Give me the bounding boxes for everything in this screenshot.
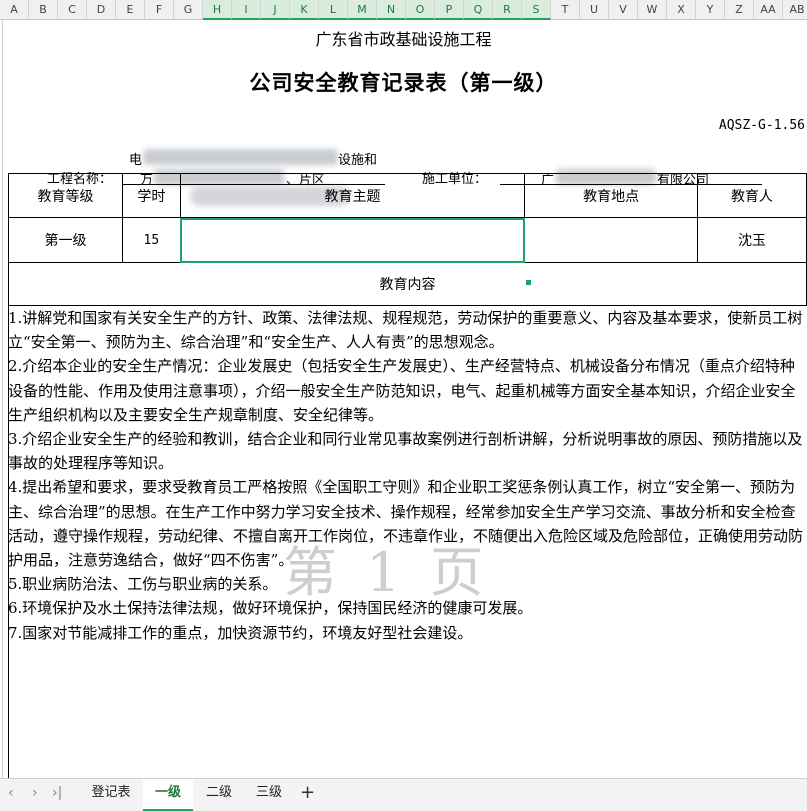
content-header[interactable]: 教育内容	[8, 262, 807, 306]
cell-education-level[interactable]: 第一级	[7, 217, 124, 263]
content-item: 3.介绍企业安全生产的经验和教训，结合企业和同行业常见事故案例进行剖析讲解，分析…	[8, 430, 803, 473]
column-header[interactable]: I	[232, 0, 261, 20]
cell-educator[interactable]: 沈玉	[696, 217, 807, 263]
column-header[interactable]: AA	[754, 0, 783, 20]
column-header[interactable]: E	[116, 0, 145, 20]
column-header[interactable]: G	[174, 0, 203, 20]
cell-location[interactable]	[524, 217, 698, 263]
column-header[interactable]: F	[145, 0, 174, 20]
column-header[interactable]: K	[290, 0, 319, 20]
project-name-line1-start: 电	[129, 153, 143, 168]
header-location[interactable]: 教育地点	[524, 173, 698, 218]
column-header[interactable]: A	[0, 0, 29, 20]
column-header[interactable]: J	[261, 0, 290, 20]
column-header[interactable]: T	[551, 0, 580, 20]
content-item: 7.国家对节能减排工作的重点，加快资源节约，环境友好型社会建设。	[8, 623, 473, 642]
table-left-border	[8, 283, 9, 778]
header-educator[interactable]: 教育人	[696, 173, 807, 218]
header-topic[interactable]: 教育主题	[179, 173, 526, 218]
table-row: 第一级 15 沈玉	[7, 217, 807, 263]
column-header[interactable]: P	[435, 0, 464, 20]
column-header[interactable]: O	[406, 0, 435, 20]
form-code: AQSZ-G-1.56	[718, 118, 805, 133]
column-header[interactable]: R	[493, 0, 522, 20]
table-header-row: 教育等级 学时 教育主题 教育地点 教育人	[7, 173, 807, 218]
column-header[interactable]: AB	[783, 0, 807, 20]
column-header[interactable]: H	[203, 0, 232, 20]
content-header-row: 教育内容	[8, 262, 807, 306]
tab-level-2[interactable]: 二级	[196, 779, 242, 811]
column-header[interactable]: B	[29, 0, 58, 20]
header-education-level[interactable]: 教育等级	[7, 173, 124, 218]
form-subtitle: 广东省市政基础设施工程	[315, 30, 492, 49]
column-header[interactable]: V	[609, 0, 638, 20]
prev-sheet-icon[interactable]: ‹	[8, 785, 14, 801]
column-header[interactable]: M	[348, 0, 377, 20]
header-hours[interactable]: 学时	[122, 173, 181, 218]
content-item: 1.讲解党和国家有关安全生产的方针、政策、法律法规、规程规范，劳动保护的重要意义…	[8, 309, 803, 352]
column-header[interactable]: Q	[464, 0, 493, 20]
column-header[interactable]: D	[87, 0, 116, 20]
tab-level-3[interactable]: 三级	[246, 779, 292, 811]
column-header[interactable]: S	[522, 0, 551, 20]
add-sheet-icon[interactable]: +	[300, 782, 315, 803]
next-sheet-icon[interactable]: ›	[32, 785, 38, 801]
page-watermark: 第 1 页	[283, 541, 490, 604]
redacted-blur	[143, 149, 338, 165]
project-name-line1-end: 设施和	[338, 153, 378, 168]
tab-level-1[interactable]: 一级	[143, 779, 193, 811]
column-header[interactable]: C	[58, 0, 87, 20]
cell-topic-selected[interactable]	[179, 217, 526, 263]
content-item: 2.介绍本企业的安全生产情况：企业发展史（包括安全生产发展史）、生产经营特点、机…	[8, 357, 796, 424]
column-header[interactable]: N	[377, 0, 406, 20]
column-header[interactable]: X	[667, 0, 696, 20]
form-title: 公司安全教育记录表（第一级）	[249, 71, 558, 95]
column-header[interactable]: L	[319, 0, 348, 20]
last-sheet-icon[interactable]: ›|	[52, 785, 62, 801]
column-header[interactable]: Z	[725, 0, 754, 20]
record-table: 教育等级 学时 教育主题 教育地点 教育人 第一级 15 沈玉 教育内容	[7, 173, 807, 306]
column-header-bar: ABCDEFGHIJKLMNOPQRSTUVWXYZAAABA	[0, 0, 807, 20]
column-header[interactable]: W	[638, 0, 667, 20]
column-header[interactable]: Y	[696, 0, 725, 20]
tab-register[interactable]: 登记表	[82, 779, 140, 811]
cell-hours[interactable]: 15	[122, 217, 181, 263]
fill-handle[interactable]	[526, 280, 531, 285]
sheet-tab-bar: ‹ › ›| 登记表 一级 二级 三级 +	[0, 778, 807, 811]
column-header[interactable]: U	[580, 0, 609, 20]
